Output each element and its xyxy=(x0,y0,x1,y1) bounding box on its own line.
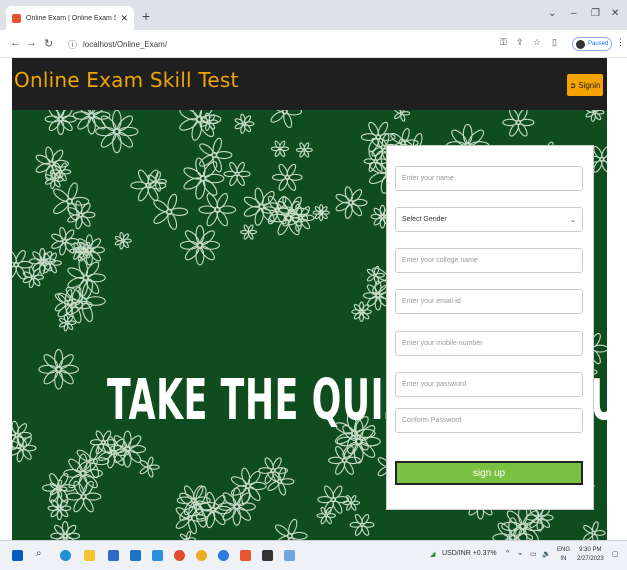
search-icon[interactable]: ⌕ xyxy=(36,548,47,559)
chrome-icon[interactable] xyxy=(196,550,207,561)
mail-icon[interactable] xyxy=(130,550,141,561)
signin-label: Signin xyxy=(578,80,601,90)
app-icon[interactable] xyxy=(152,550,163,561)
address-bar: ← → ↻ ⓘ localhost/Online_Exam/ ⚿ ⇪ ☆ ▯ P… xyxy=(0,30,627,58)
email-input[interactable]: Enter your email-id xyxy=(395,289,583,314)
profile-button[interactable]: Paused xyxy=(572,37,612,51)
paused-label: Paused xyxy=(588,41,609,47)
side-panel-icon[interactable]: ▯ xyxy=(552,37,557,48)
file-explorer-icon[interactable] xyxy=(84,550,95,561)
store-icon[interactable] xyxy=(108,550,119,561)
terminal-icon[interactable] xyxy=(262,550,273,561)
quiz-headline: TAKE THE QUIZ xyxy=(107,368,410,433)
close-window-icon[interactable]: ✕ xyxy=(611,8,619,19)
battery-icon[interactable]: ▭ xyxy=(530,550,537,558)
language-indicator[interactable]: ENG IN xyxy=(557,546,570,564)
chevron-down-icon: ⌄ xyxy=(570,216,576,224)
signup-button[interactable]: sign up xyxy=(395,461,583,485)
menu-icon[interactable]: ⋮ xyxy=(616,37,625,48)
volume-icon[interactable]: 🔉 xyxy=(542,550,551,558)
avatar xyxy=(576,39,585,49)
tray-chevron-icon[interactable]: ^ xyxy=(506,550,509,557)
xampp-icon[interactable] xyxy=(240,550,251,561)
gender-value: Select Gender xyxy=(402,216,447,223)
confirm-password-input[interactable]: Conform Password xyxy=(395,408,583,433)
info-icon[interactable]: ⓘ xyxy=(68,38,77,51)
start-icon[interactable] xyxy=(12,550,23,561)
mobile-input[interactable]: Enter your mobile number xyxy=(395,331,583,356)
minimize-icon[interactable]: – xyxy=(571,8,577,19)
network-icon[interactable]: ⌁ xyxy=(518,550,522,558)
url-field[interactable]: ⓘ localhost/Online_Exam/ xyxy=(68,34,488,54)
back-icon[interactable]: ← xyxy=(10,37,21,49)
windows-taskbar: ⌕ ◢ USD/INR +0.37% ^ ⌁ ▭ 🔉 ENG IN 9:30 P… xyxy=(0,540,627,570)
signin-icon: ➲ xyxy=(569,80,577,90)
bookmark-star-icon[interactable]: ☆ xyxy=(533,37,541,48)
brand-title[interactable]: Online Exam Skill Test xyxy=(14,68,239,92)
restore-icon[interactable]: ❐ xyxy=(591,8,600,19)
close-tab-icon[interactable]: ✕ xyxy=(120,13,128,24)
browser-tab[interactable]: Online Exam | Online Exam Skill ✕ xyxy=(6,6,134,30)
app-icon-blue[interactable] xyxy=(218,550,229,561)
name-input[interactable]: Enter your name xyxy=(395,166,583,191)
gender-select[interactable]: Select Gender ⌄ xyxy=(395,207,583,232)
key-icon[interactable]: ⚿ xyxy=(500,37,507,48)
signin-button[interactable]: ➲ Signin xyxy=(567,74,603,96)
clock[interactable]: 9:30 PM 2/27/2023 xyxy=(577,546,604,564)
chevron-down-icon[interactable]: ⌄ xyxy=(548,8,556,19)
tab-title: Online Exam | Online Exam Skill xyxy=(26,14,117,22)
signup-form: Enter your name Select Gender ⌄ Enter yo… xyxy=(386,145,594,510)
reload-icon[interactable]: ↻ xyxy=(44,37,53,50)
lang-line1: ENG xyxy=(557,547,571,553)
password-input[interactable]: Enter your password xyxy=(395,372,583,397)
new-tab-icon[interactable]: + xyxy=(142,8,150,24)
edge-icon[interactable] xyxy=(60,550,71,561)
forward-icon[interactable]: → xyxy=(26,37,37,49)
stock-ticker[interactable]: USD/INR +0.37% xyxy=(442,550,497,557)
lang-line2: IN xyxy=(560,556,567,562)
browser-tab-bar: Online Exam | Online Exam Skill ✕ + ⌄ – … xyxy=(0,0,627,30)
stock-icon: ◢ xyxy=(430,551,436,558)
college-input[interactable]: Enter your college name xyxy=(395,248,583,273)
favicon-icon xyxy=(12,13,21,23)
app-header: Online Exam Skill Test ➲ Signin xyxy=(12,58,607,110)
url-text: localhost/Online_Exam/ xyxy=(83,39,168,49)
app-icon-light[interactable] xyxy=(284,550,295,561)
app-icon-red[interactable] xyxy=(174,550,185,561)
share-icon[interactable]: ⇪ xyxy=(516,37,524,48)
notification-icon[interactable]: ▢ xyxy=(612,550,619,558)
clock-time: 9:30 PM xyxy=(579,547,602,553)
clock-date: 2/27/2023 xyxy=(577,556,604,562)
